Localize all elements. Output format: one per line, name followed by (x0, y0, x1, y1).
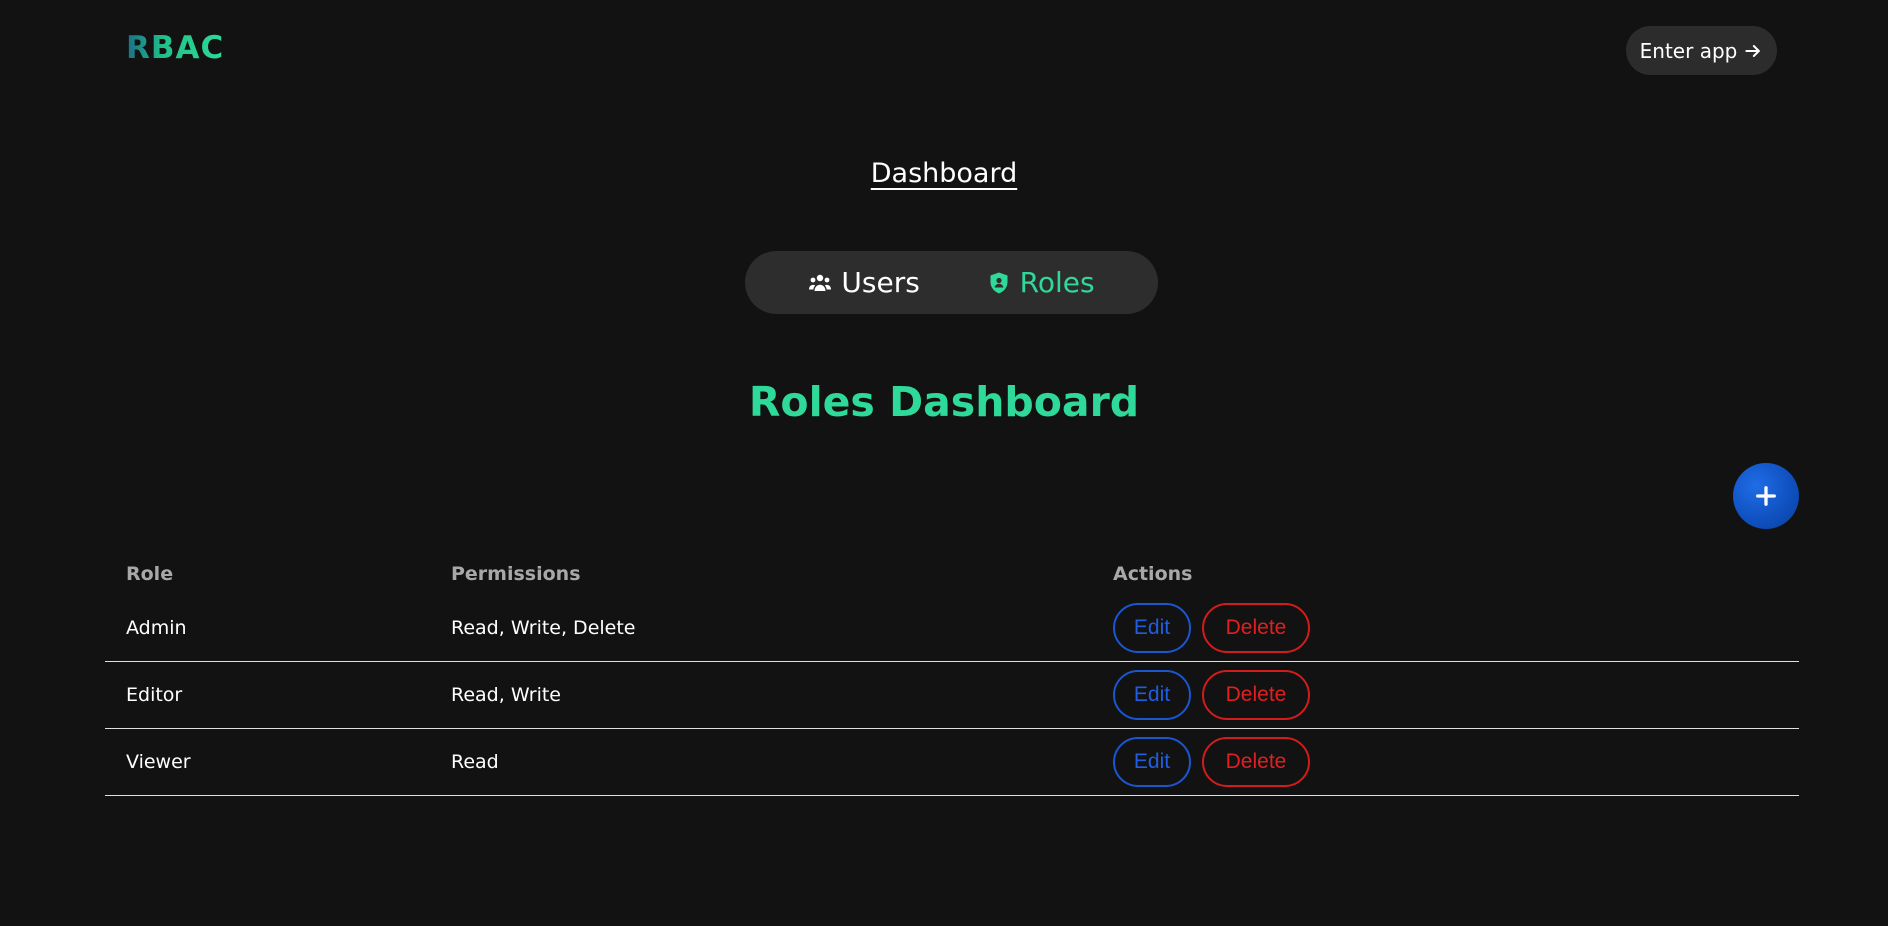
table-header: Role Permissions Actions (105, 555, 1799, 595)
users-icon (809, 274, 832, 291)
role-permissions: Read, Write, Delete (451, 617, 636, 639)
row-actions: Edit Delete (1113, 603, 1310, 653)
logo[interactable]: RBAC (126, 30, 224, 66)
delete-button[interactable]: Delete (1202, 737, 1310, 787)
breadcrumb: Dashboard (0, 158, 1888, 189)
plus-icon (1756, 486, 1776, 506)
role-name: Viewer (126, 751, 191, 773)
tab-users[interactable]: Users (808, 266, 920, 299)
roles-table: Role Permissions Actions Admin Read, Wri… (105, 555, 1799, 796)
role-name: Editor (126, 684, 183, 706)
tab-roles-label: Roles (1019, 266, 1095, 299)
delete-button[interactable]: Delete (1202, 670, 1310, 720)
breadcrumb-dashboard-link[interactable]: Dashboard (871, 158, 1017, 189)
shield-user-icon (990, 272, 1008, 293)
role-name: Admin (126, 617, 187, 639)
view-toggle: Users Roles (745, 251, 1158, 314)
arrow-right-icon (1745, 44, 1761, 57)
tab-roles[interactable]: Roles (987, 266, 1095, 299)
enter-app-button[interactable]: Enter app (1626, 26, 1777, 75)
column-header-actions: Actions (1113, 563, 1193, 585)
edit-button[interactable]: Edit (1113, 603, 1191, 653)
column-header-permissions: Permissions (451, 563, 581, 585)
row-actions: Edit Delete (1113, 670, 1310, 720)
role-permissions: Read (451, 751, 499, 773)
add-role-button[interactable] (1733, 463, 1799, 529)
page: RBAC Enter app Dashboard Users Roles Rol… (0, 0, 1888, 926)
column-header-role: Role (126, 563, 174, 585)
row-actions: Edit Delete (1113, 737, 1310, 787)
table-row: Admin Read, Write, Delete Edit Delete (105, 595, 1799, 662)
role-permissions: Read, Write (451, 684, 561, 706)
table-row: Editor Read, Write Edit Delete (105, 662, 1799, 729)
page-title: Roles Dashboard (748, 378, 1140, 426)
delete-button[interactable]: Delete (1202, 603, 1310, 653)
tab-users-label: Users (841, 266, 920, 299)
enter-app-label: Enter app (1639, 38, 1738, 63)
table-row: Viewer Read Edit Delete (105, 729, 1799, 796)
edit-button[interactable]: Edit (1113, 737, 1191, 787)
edit-button[interactable]: Edit (1113, 670, 1191, 720)
